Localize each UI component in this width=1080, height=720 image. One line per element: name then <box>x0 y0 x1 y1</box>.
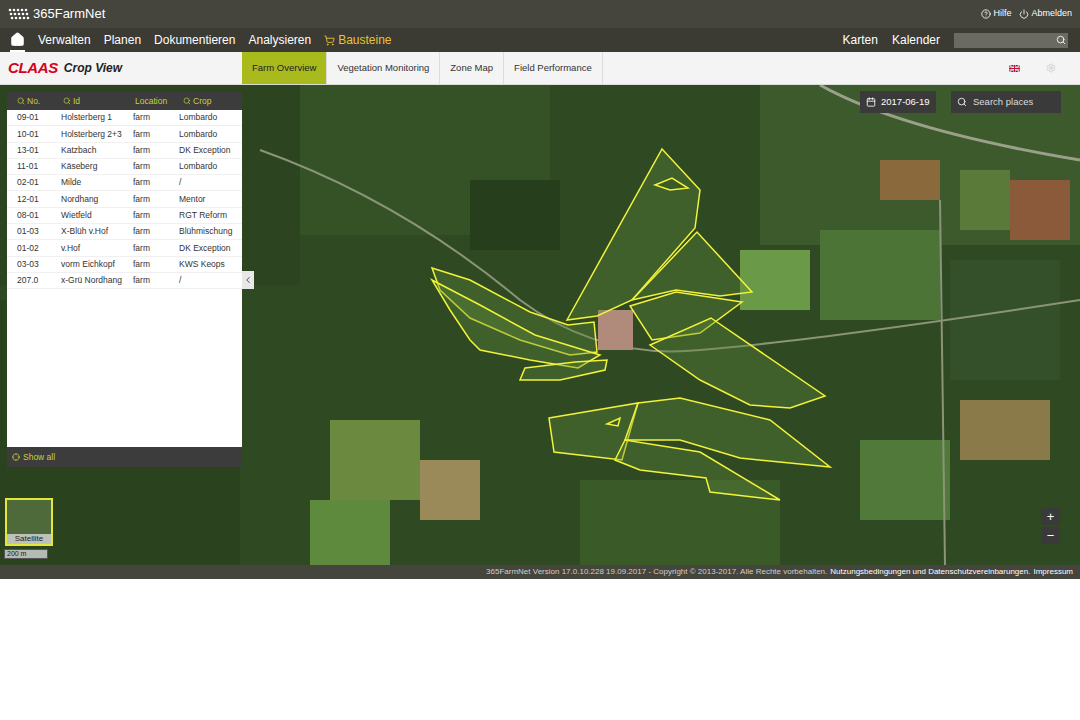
crosshair-icon <box>12 453 20 461</box>
app-tab[interactable]: Farm Overview <box>242 52 327 84</box>
app-root: 365FarmNet Hilfe Abmelden Verwalten Planen Do… <box>0 0 1080 720</box>
nav-item[interactable]: Dokumentieren <box>154 31 235 49</box>
table-row[interactable]: 01-03X-Blüh v.HoffarmBlühmischung <box>7 224 242 240</box>
global-search-input[interactable] <box>957 33 1056 47</box>
table-row[interactable]: 08-01WietfeldfarmRGT Reform <box>7 208 242 224</box>
calendar-icon <box>866 97 876 107</box>
footer-link[interactable]: Impressum <box>1033 566 1073 578</box>
chevron-left-icon <box>243 275 253 285</box>
field-boundaries[interactable] <box>432 149 830 500</box>
nav-item[interactable]: Analysieren <box>248 31 311 49</box>
footer-link[interactable]: Nutzungsbedingungen und Datenschutzverei… <box>830 566 1030 578</box>
table-row[interactable]: 09-01Holsterberg 1farmLombardo <box>7 110 242 126</box>
show-all-button[interactable]: Show all <box>7 447 242 467</box>
footer-bar: 365FarmNet Version 17.0.10.228 19.09.201… <box>0 565 1080 579</box>
place-search-input[interactable] <box>973 95 1061 109</box>
farmnet-logo-icon <box>8 8 30 20</box>
home-icon <box>10 32 25 47</box>
table-row[interactable]: 12-01NordhangfarmMentor <box>7 191 242 207</box>
logout-link[interactable]: Abmelden <box>1019 7 1072 21</box>
date-picker[interactable]: 2017-06-19 <box>860 91 936 113</box>
table-header: No.IdLocationCrop <box>7 92 242 110</box>
table-row[interactable]: 02-01Mildefarm/ <box>7 175 242 191</box>
column-header[interactable]: No. <box>13 95 59 108</box>
top-bar: 365FarmNet Hilfe Abmelden <box>0 0 1080 28</box>
help-icon <box>981 9 991 19</box>
layer-switcher[interactable]: Satellite <box>5 498 53 546</box>
table-row[interactable]: 13-01KatzbachfarmDK Exception <box>7 143 242 159</box>
nav-item[interactable]: Planen <box>104 31 141 49</box>
column-header[interactable]: Id <box>59 95 131 108</box>
table-row[interactable]: 03-03vorm EichkopffarmKWS Keops <box>7 257 242 273</box>
search-icon <box>1056 35 1066 45</box>
search-icon <box>183 97 191 105</box>
nav-bar: Verwalten Planen Dokumentieren Analysieren B… <box>0 28 1080 52</box>
app-tab[interactable]: Zone Map <box>440 52 504 84</box>
table-row[interactable]: 207.0x-Grü Nordhangfarm/ <box>7 273 242 289</box>
column-header[interactable]: Crop <box>179 95 242 108</box>
map[interactable]: No.IdLocationCrop09-01Holsterberg 1farmL… <box>0 85 1080 565</box>
app-header: CLAASCrop ViewFarm OverviewVegetation Mo… <box>0 52 1080 85</box>
place-search[interactable] <box>951 91 1061 113</box>
search-icon <box>957 97 967 107</box>
nav-item[interactable]: Verwalten <box>38 31 91 49</box>
logo[interactable]: 365FarmNet <box>8 4 105 24</box>
crop-view-brand: CLAASCrop View <box>0 52 242 84</box>
cart-icon <box>324 35 335 46</box>
global-search[interactable] <box>954 33 1068 48</box>
table-row[interactable]: 10-01Holsterberg 2+3farmLombardo <box>7 126 242 142</box>
table-body: 09-01Holsterberg 1farmLombardo10-01Holst… <box>7 110 242 447</box>
app-tab[interactable]: Field Performance <box>504 52 603 84</box>
nav-link[interactable]: Karten <box>843 31 878 49</box>
settings-icon[interactable] <box>1046 63 1056 73</box>
table-row[interactable]: 01-02v.HoffarmDK Exception <box>7 240 242 256</box>
power-icon <box>1019 9 1029 19</box>
home-button[interactable] <box>10 28 25 52</box>
zoom-button[interactable]: − <box>1041 527 1060 544</box>
help-link[interactable]: Hilfe <box>981 7 1011 21</box>
table-row[interactable]: 11-01KäsebergfarmLombardo <box>7 159 242 175</box>
nav-item[interactable]: Bausteine <box>324 31 391 49</box>
search-icon <box>17 97 25 105</box>
uk-flag-icon[interactable] <box>1009 65 1020 72</box>
collapse-panel-button[interactable] <box>242 271 254 289</box>
page-blank <box>0 579 1080 720</box>
nav-link[interactable]: Kalender <box>892 31 940 49</box>
field-list-panel: No.IdLocationCrop09-01Holsterberg 1farmL… <box>7 92 242 467</box>
column-header[interactable]: Location <box>131 95 179 108</box>
zoom-button[interactable]: + <box>1041 508 1060 525</box>
search-icon <box>63 97 71 105</box>
zoom-controls: +− <box>1041 508 1060 544</box>
scale-bar: 200 m <box>4 549 48 559</box>
app-tab[interactable]: Vegetation Monitoring <box>327 52 440 84</box>
